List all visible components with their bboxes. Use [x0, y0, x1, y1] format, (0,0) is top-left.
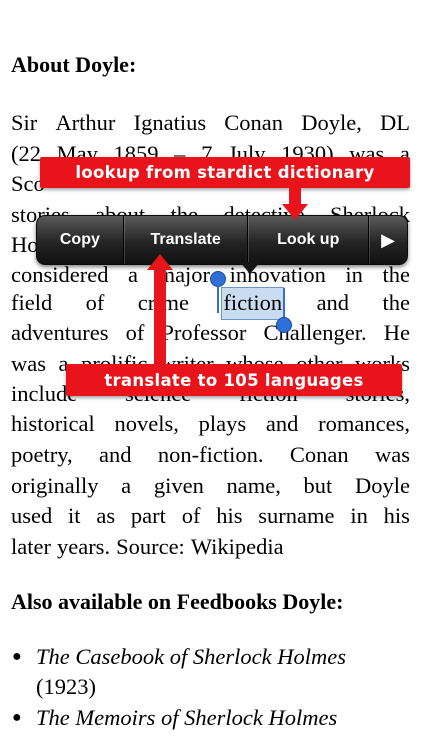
word: but — [303, 473, 333, 498]
word: DL — [380, 110, 410, 135]
word: and — [99, 442, 132, 467]
bullet-icon: ● — [12, 648, 22, 665]
word: Professor — [161, 320, 247, 345]
text-line: originally a given name, but Doyle — [11, 471, 410, 502]
word: his — [216, 503, 243, 528]
selected-word[interactable]: fiction — [221, 287, 285, 320]
word: Conan — [224, 110, 284, 135]
word: adventures — [11, 320, 109, 345]
word: of — [85, 290, 105, 315]
text-line: fieldofcrimefictionandthe — [11, 287, 410, 320]
word: Doyle — [354, 473, 410, 498]
word: a — [121, 473, 132, 498]
menu-pointer — [240, 262, 260, 274]
word: non-fiction. — [157, 442, 264, 467]
lookup-arrow-head — [282, 204, 308, 220]
word: was — [11, 351, 46, 376]
word: Sir — [11, 110, 38, 135]
translate-button[interactable]: Translate — [124, 216, 249, 264]
word: novels, — [114, 411, 179, 436]
word: field — [11, 290, 53, 315]
word: He — [383, 320, 410, 345]
lookup-callout: lookup from stardict dictionary — [40, 157, 410, 188]
bullet-icon: ● — [12, 709, 22, 726]
word: was — [374, 442, 410, 467]
word: his — [383, 503, 410, 528]
list-item[interactable]: ● The Casebook of Sherlock Holmes (1923) — [12, 642, 416, 702]
word: romances, — [318, 411, 410, 436]
word: the — [382, 290, 410, 315]
word: later — [11, 534, 51, 559]
lookup-button[interactable]: Look up — [248, 216, 370, 264]
word: Arthur — [55, 110, 116, 135]
word: and — [316, 290, 350, 315]
word: of — [125, 320, 145, 345]
word: surname — [258, 503, 335, 528]
lookup-arrow-shaft — [289, 186, 301, 206]
book-title[interactable]: The Memoirs of Sherlock Holmes — [36, 705, 337, 730]
also-available-heading: Also available on Feedbooks Doyle: — [11, 589, 344, 614]
word: Source: — [116, 534, 185, 559]
word: it — [68, 503, 81, 528]
selection-end-handle[interactable] — [276, 317, 292, 333]
word: years. — [56, 534, 111, 559]
translate-callout: translate to 105 languages — [66, 364, 402, 396]
word: historical — [11, 411, 95, 436]
word: given — [153, 473, 204, 498]
word: Conan — [289, 442, 349, 467]
selection-start-bar — [217, 283, 219, 313]
word: of — [181, 503, 201, 528]
word: Ignatius — [133, 110, 207, 135]
text-line: later years. Source: Wikipedia — [11, 532, 410, 563]
ebook-page[interactable]: About Doyle: Sir Arthur Ignatius Conan Doyle… — [0, 0, 423, 750]
translate-arrow-shaft — [154, 269, 166, 365]
book-year: (1923) — [36, 674, 96, 699]
more-arrow-icon[interactable]: ▶ — [369, 216, 407, 264]
about-heading: About Doyle: — [11, 52, 137, 77]
selection-end-bar — [283, 288, 285, 318]
text-line: historical novels, plays and romances, — [11, 409, 410, 440]
text-line: used it as part of his surname in his — [11, 501, 410, 532]
word: poetry, — [11, 442, 73, 467]
book-title[interactable]: The Casebook of Sherlock Holmes — [36, 644, 346, 669]
word: Ho — [11, 232, 39, 257]
word: originally — [11, 473, 99, 498]
word: in — [350, 503, 368, 528]
word: (22 — [11, 141, 41, 166]
word: plays — [198, 411, 247, 436]
text-line: adventures of Professor Challenger. He — [11, 318, 410, 349]
word: part — [130, 503, 166, 528]
word: used — [11, 503, 53, 528]
word: as — [96, 503, 116, 528]
word: name, — [226, 473, 281, 498]
word: Wikipedia — [190, 534, 284, 559]
text-line: Sir Arthur Ignatius Conan Doyle, DL — [11, 108, 410, 139]
text-context-menu: Copy Translate Look up ▶ — [36, 215, 408, 265]
list-item[interactable]: ● The Memoirs of Sherlock Holmes — [12, 703, 416, 733]
translate-arrow-head — [147, 254, 173, 270]
text-line: poetry, and non-fiction. Conan was — [11, 440, 410, 471]
word: Doyle, — [301, 110, 362, 135]
word: and — [265, 411, 299, 436]
copy-button[interactable]: Copy — [37, 216, 124, 264]
